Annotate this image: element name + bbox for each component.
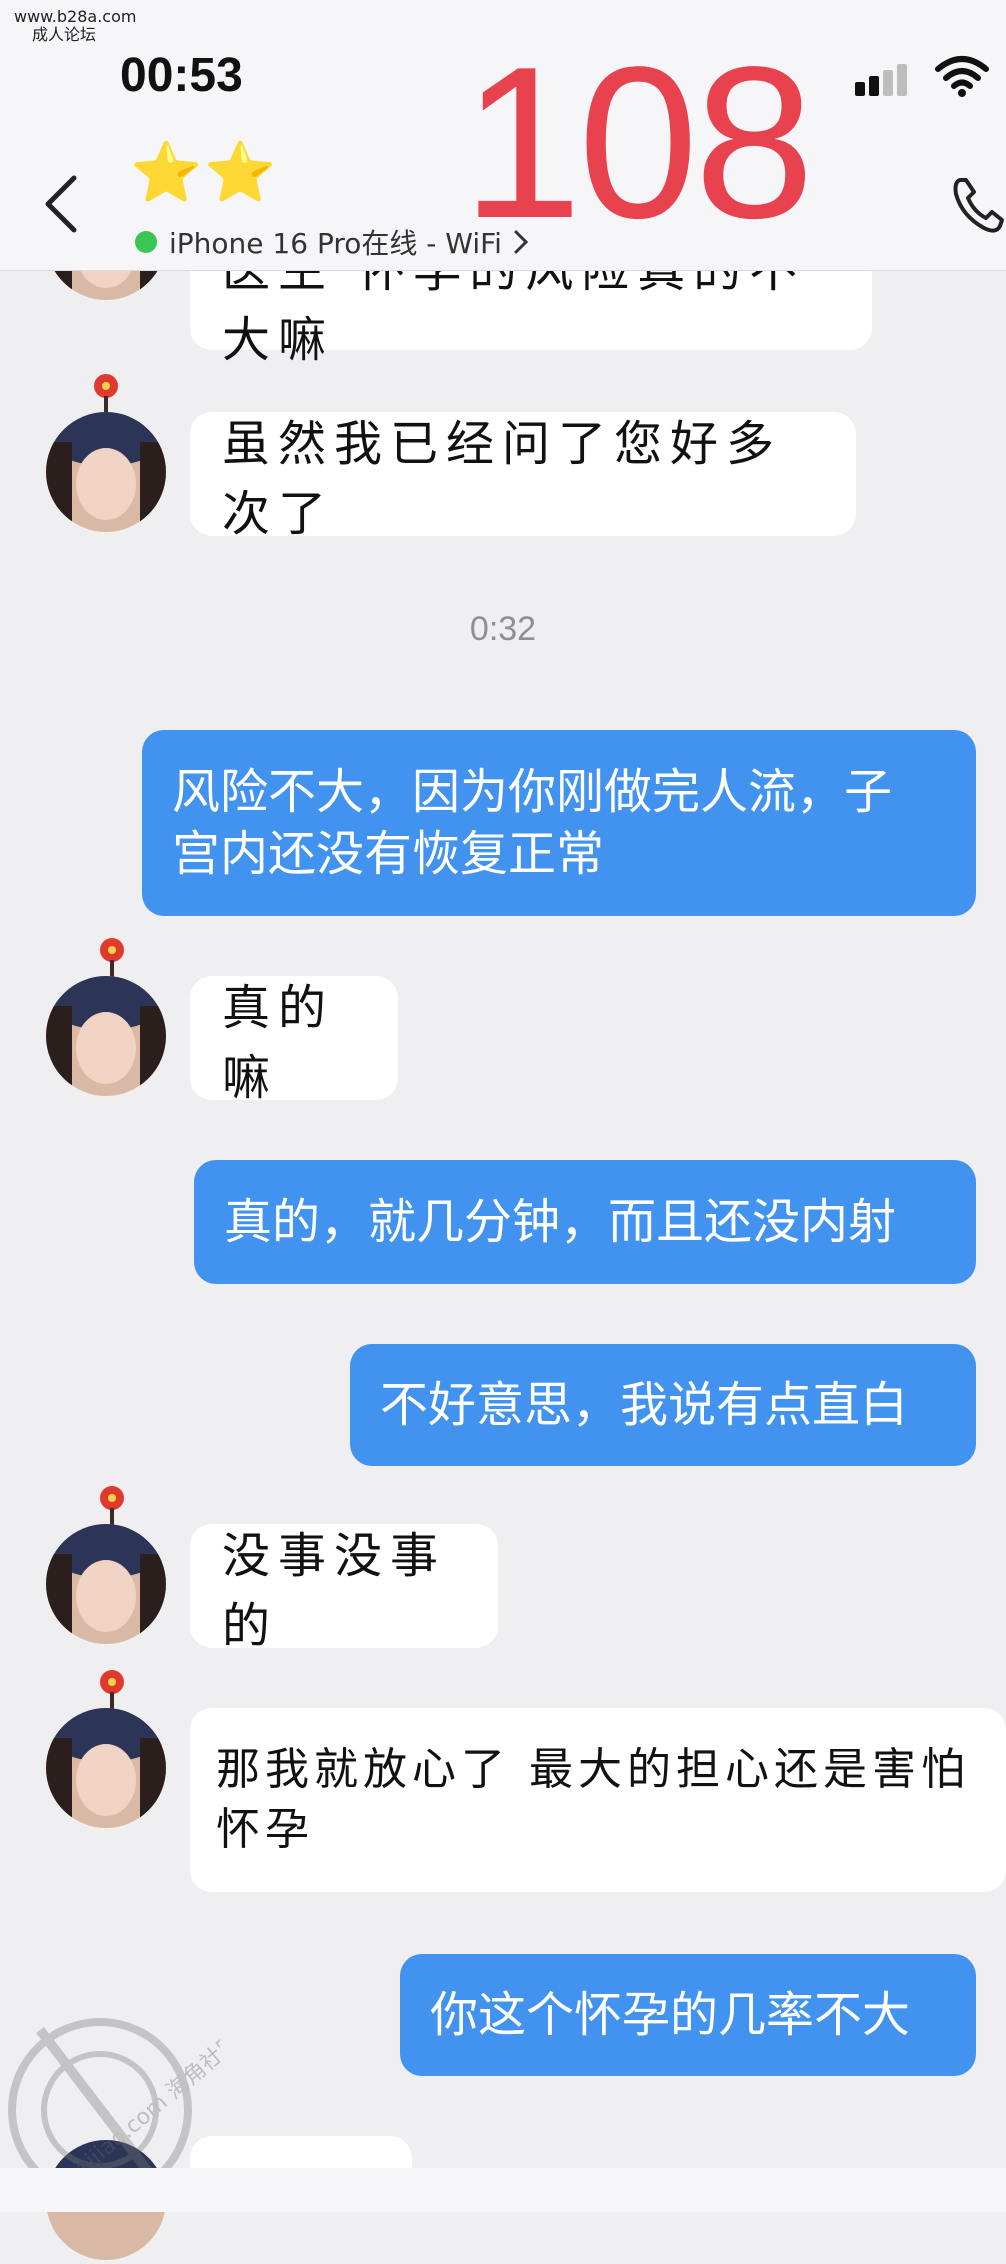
- chevron-right-icon: [514, 230, 528, 254]
- device-status[interactable]: iPhone 16 Pro在线 - WiFi: [135, 222, 528, 262]
- contact-avatar[interactable]: [46, 1524, 166, 1644]
- online-dot-icon: [135, 231, 157, 253]
- message-timestamp: 0:32: [469, 610, 537, 648]
- message-bubble-incoming[interactable]: 真的嘛: [190, 976, 398, 1106]
- message-bubble-incoming[interactable]: 没事没事的: [190, 1524, 498, 1654]
- message-line: 风险不大，因为你刚做完人流，子: [172, 764, 893, 820]
- bottom-bar: [0, 2168, 1006, 2212]
- message-bubble-incoming[interactable]: 虽然我已经问了您好多次了: [190, 412, 856, 542]
- contact-avatar[interactable]: [46, 976, 166, 1096]
- message-line: 那我就放心了 最大的担心还是害怕: [216, 1744, 970, 1795]
- message-bubble-outgoing[interactable]: 你这个怀孕的几率不大: [400, 1954, 976, 2076]
- flower-decoration-icon: [100, 1670, 124, 1710]
- contact-avatar[interactable]: [46, 1708, 166, 1828]
- message-line: 怀孕: [216, 1804, 314, 1855]
- message-bubble-outgoing[interactable]: 不好意思，我说有点直白: [350, 1344, 976, 1466]
- message-bubble-incoming[interactable]: 那我就放心了 最大的担心还是害怕 怀孕: [190, 1708, 1006, 1892]
- message-line: 宫内还没有恢复正常: [172, 826, 605, 882]
- overlay-number: 108: [462, 21, 814, 263]
- flower-decoration-icon: [100, 1486, 124, 1526]
- watermark-label: 成人论坛: [32, 25, 97, 44]
- watermark-url: www.b28a.com: [14, 7, 137, 26]
- cellular-signal-icon: [855, 64, 907, 96]
- flower-decoration-icon: [94, 374, 118, 414]
- wifi-icon: [935, 56, 989, 97]
- status-time: 00:53: [120, 49, 243, 102]
- flower-decoration-icon: [100, 938, 124, 978]
- phone-icon[interactable]: [950, 172, 1006, 236]
- message-bubble-outgoing[interactable]: 风险不大，因为你刚做完人流，子 宫内还没有恢复正常: [142, 730, 976, 916]
- star-rating: ⭐⭐: [130, 138, 279, 206]
- back-chevron-icon[interactable]: [40, 172, 82, 236]
- site-watermark: www.b28a.com 成人论坛: [14, 8, 136, 44]
- device-status-label: iPhone 16 Pro在线 - WiFi: [169, 227, 502, 260]
- message-bubble-outgoing[interactable]: 真的，就几分钟，而且还没内射: [194, 1160, 976, 1284]
- contact-avatar[interactable]: [46, 412, 166, 532]
- chat-header: www.b28a.com 成人论坛 00:53 108 ⭐⭐ iPhone 16…: [0, 0, 1006, 271]
